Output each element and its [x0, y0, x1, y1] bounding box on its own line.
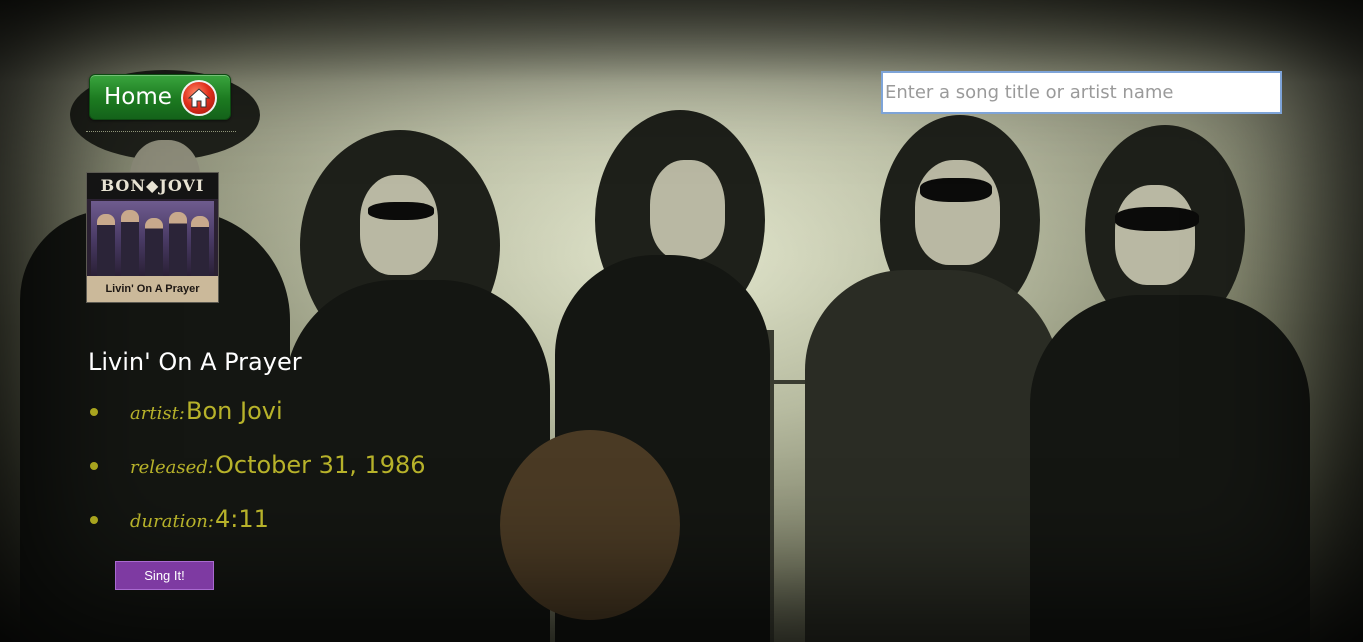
detail-value: 4:11 — [215, 505, 269, 533]
album-cover-title: Livin' On A Prayer — [87, 276, 218, 302]
home-icon — [181, 80, 217, 116]
album-photo — [91, 201, 214, 276]
page: Home BON◆JOVI Livin' On A Prayer Livin' … — [0, 0, 1363, 642]
bullet-icon — [90, 408, 98, 416]
song-title: Livin' On A Prayer — [88, 348, 302, 376]
home-button[interactable]: Home — [89, 74, 231, 120]
detail-label: released: — [130, 457, 214, 478]
detail-label: duration: — [130, 511, 214, 532]
detail-label: artist: — [130, 403, 185, 424]
bullet-icon — [90, 516, 98, 524]
sing-it-button[interactable]: Sing It! — [115, 561, 214, 590]
home-button-label: Home — [104, 83, 172, 110]
detail-value: October 31, 1986 — [215, 451, 426, 479]
detail-value: Bon Jovi — [186, 397, 283, 425]
search-input[interactable] — [881, 71, 1282, 114]
bullet-icon — [90, 462, 98, 470]
album-band-name: BON◆JOVI — [87, 173, 218, 199]
divider — [86, 131, 236, 132]
album-cover: BON◆JOVI Livin' On A Prayer — [86, 172, 219, 303]
